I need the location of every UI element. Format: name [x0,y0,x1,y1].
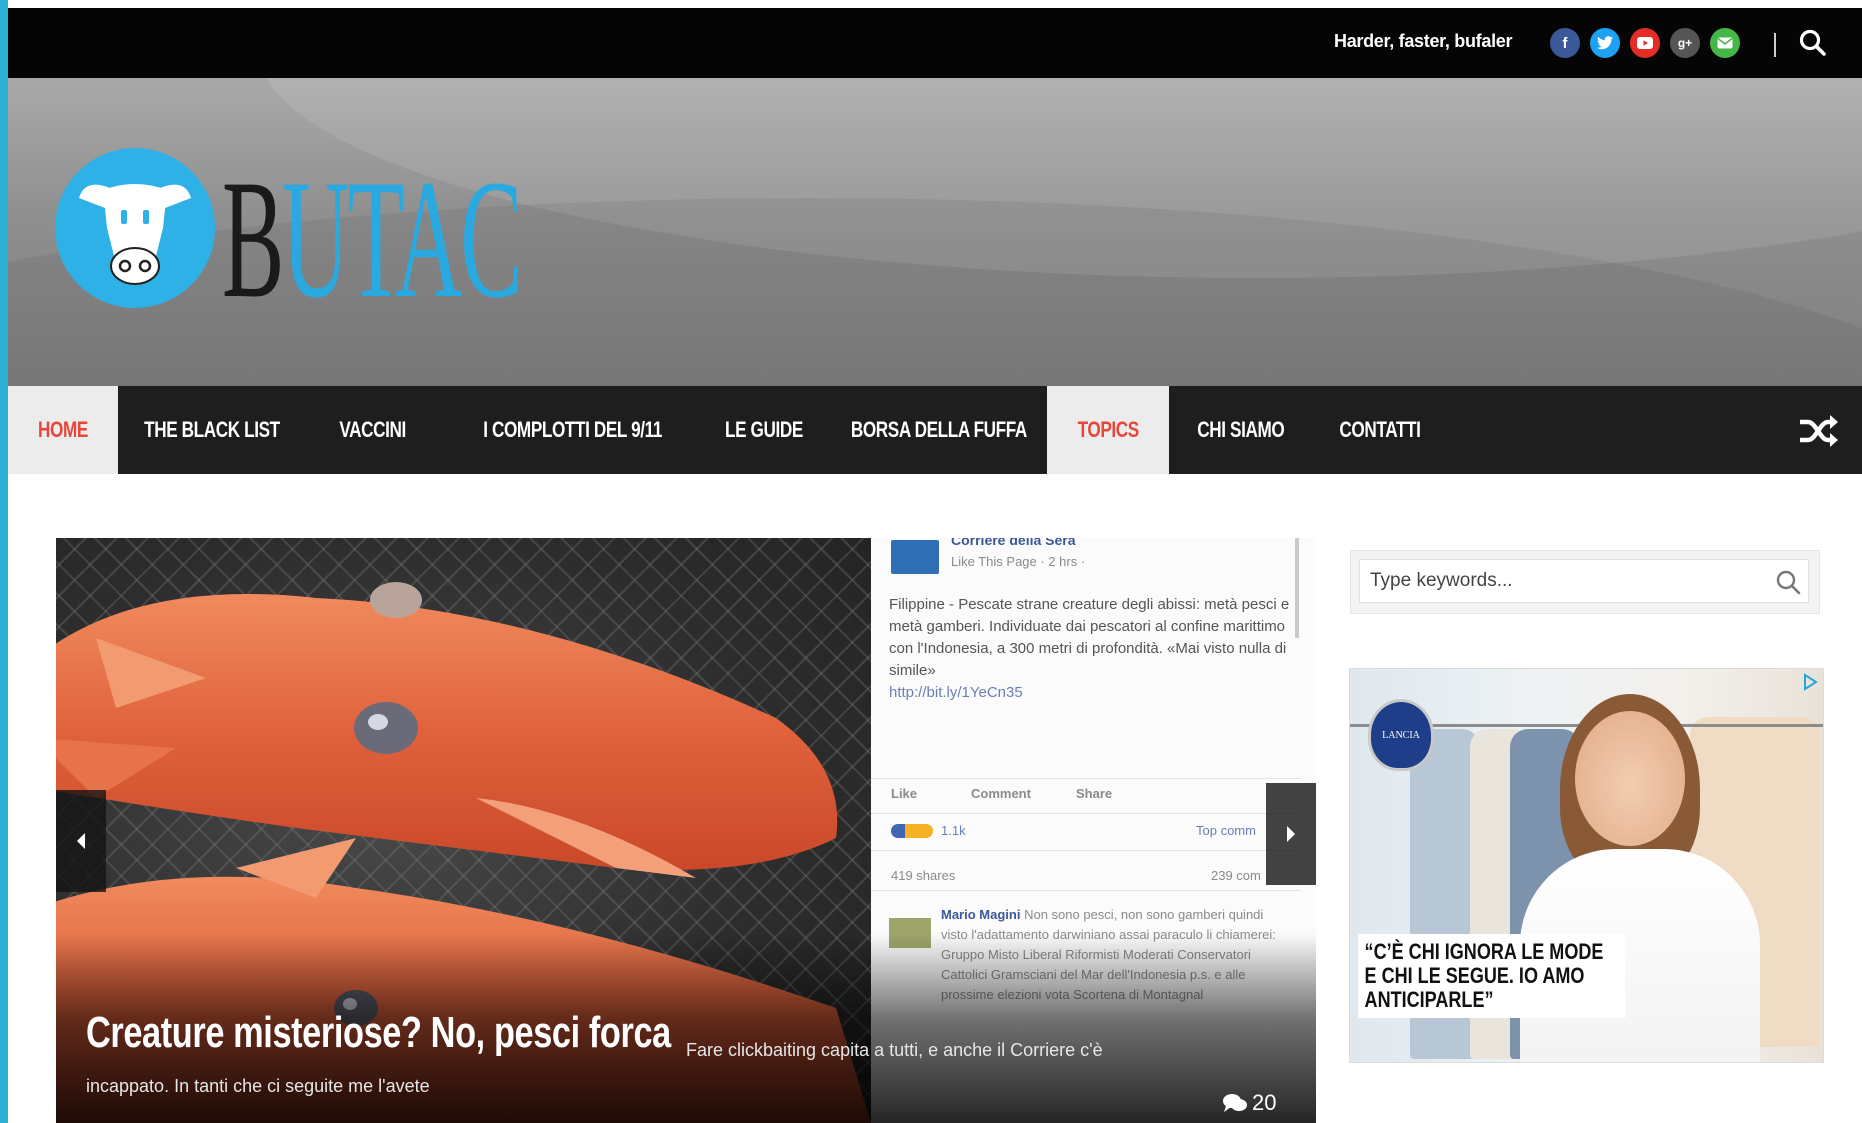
sidebar-advertisement[interactable]: LANCIA “C’È CHI IGNORA LE MODE E CHI LE … [1349,668,1824,1063]
fb-page-name: Corriere della Sera [951,538,1076,548]
fb-share-action: Share [1076,786,1113,801]
nav-item-label: I COMPLOTTI DEL 9/11 [483,417,663,442]
search-input[interactable] [1359,559,1809,603]
fb-commenter-name: Mario Magini [941,907,1021,922]
slide-excerpt-line2: incappato. In tanti che ci seguite me l'… [86,1076,430,1096]
shuffle-icon[interactable] [1798,414,1838,448]
nav-item-topics[interactable]: TOPICS [1047,386,1169,474]
corriere-logo-icon [891,540,939,574]
nav-item-label: CONTATTI [1339,417,1421,442]
nav-item-vaccini[interactable]: VACCINI [308,386,438,474]
twitter-icon[interactable] [1590,28,1620,58]
fb-scrollbar [1295,538,1299,638]
fb-post-text: Filippine - Pescate strane creature degl… [889,596,1290,679]
facebook-glyph: f [1562,34,1568,52]
fb-post-meta: Like This Page · 2 hrs · [951,554,1086,569]
page-left-border [0,0,8,1123]
fb-divider [871,850,1301,851]
slide-comments-link[interactable]: 20 [1222,1090,1276,1116]
facebook-icon[interactable]: f [1550,28,1580,58]
nav-item-label: VACCINI [339,417,407,442]
site-header: BUTAC [8,78,1862,386]
nav-item-i-complotti-del-911[interactable]: I COMPLOTTI DEL 9/11 [448,386,698,474]
chevron-right-icon [1287,826,1295,842]
nav-item-label: LE GUIDE [725,417,803,442]
logo-letter-b: B [222,145,284,333]
comments-icon [1223,1094,1247,1112]
topbar-separator [1774,33,1776,57]
nav-item-label: HOME [38,417,88,442]
slider-next-button[interactable] [1266,783,1316,885]
page-top-strip [0,0,1862,8]
email-icon[interactable] [1710,28,1740,58]
logo-letters-rest: UTAC [282,145,522,333]
chevron-left-icon [77,833,85,849]
nav-item-label: BORSA DELLA FUFFA [850,417,1028,442]
fb-comments-count: 239 com [1211,868,1261,883]
nav-item-chi-siamo[interactable]: CHI SIAMO [1176,386,1306,474]
youtube-icon[interactable] [1630,28,1660,58]
comment-count: 20 [1252,1090,1277,1115]
fb-divider [871,890,1301,891]
adchoices-icon[interactable] [1801,673,1819,691]
featured-slider[interactable]: Corriere della Sera Like This Page · 2 h… [56,538,1316,1123]
site-logo-wordmark[interactable]: BUTAC [222,154,523,324]
slide-title-link[interactable]: Creature misteriose? No, pesci forca [86,1008,671,1058]
fb-comment-action: Comment [971,786,1031,801]
fb-reaction-count: 1.1k [941,823,966,838]
slide-excerpt-line1: Fare clickbaiting capita a tutti, e anch… [686,1040,1103,1060]
nav-item-the-black-list[interactable]: THE BLACK LIST [126,386,298,474]
fb-divider [871,778,1301,779]
main-navigation: HOME THE BLACK LIST VACCINI I COMPLOTTI … [8,386,1862,474]
sidebar-search [1350,550,1820,614]
fb-top-comments: Top comm [1196,823,1256,838]
nav-item-contatti[interactable]: CONTATTI [1312,386,1448,474]
nav-item-home[interactable]: HOME [8,386,118,474]
ad-brand: LANCIA [1382,729,1420,741]
site-tagline: Harder, faster, bufaler [1334,31,1513,51]
search-icon[interactable] [1775,569,1801,595]
ad-quote: “C’È CHI IGNORA LE MODE E CHI LE SEGUE. … [1358,934,1626,1018]
ad-model-face [1575,711,1685,846]
nav-item-label: TOPICS [1077,417,1139,442]
nav-item-label: CHI SIAMO [1197,417,1285,442]
fb-reactions-icon [891,824,933,838]
search-icon[interactable] [1798,28,1828,58]
nav-item-borsa-della-fuffa[interactable]: BORSA DELLA FUFFA [834,386,1044,474]
lancia-logo-icon: LANCIA [1368,699,1434,771]
fb-like-action: Like [891,786,918,801]
top-bar: Harder, faster, bufaler f g+ [8,8,1862,78]
fb-divider [871,813,1301,814]
cow-logo-icon[interactable] [55,148,215,308]
nav-item-le-guide[interactable]: LE GUIDE [702,386,826,474]
slider-prev-button[interactable] [56,790,106,892]
google-plus-icon[interactable]: g+ [1670,28,1700,58]
fb-post-link: http://bit.ly/1YeCn35 [889,684,1023,701]
nav-item-label: THE BLACK LIST [144,417,280,442]
google-plus-glyph: g+ [1677,36,1693,50]
fb-shares-count: 419 shares [891,868,956,883]
